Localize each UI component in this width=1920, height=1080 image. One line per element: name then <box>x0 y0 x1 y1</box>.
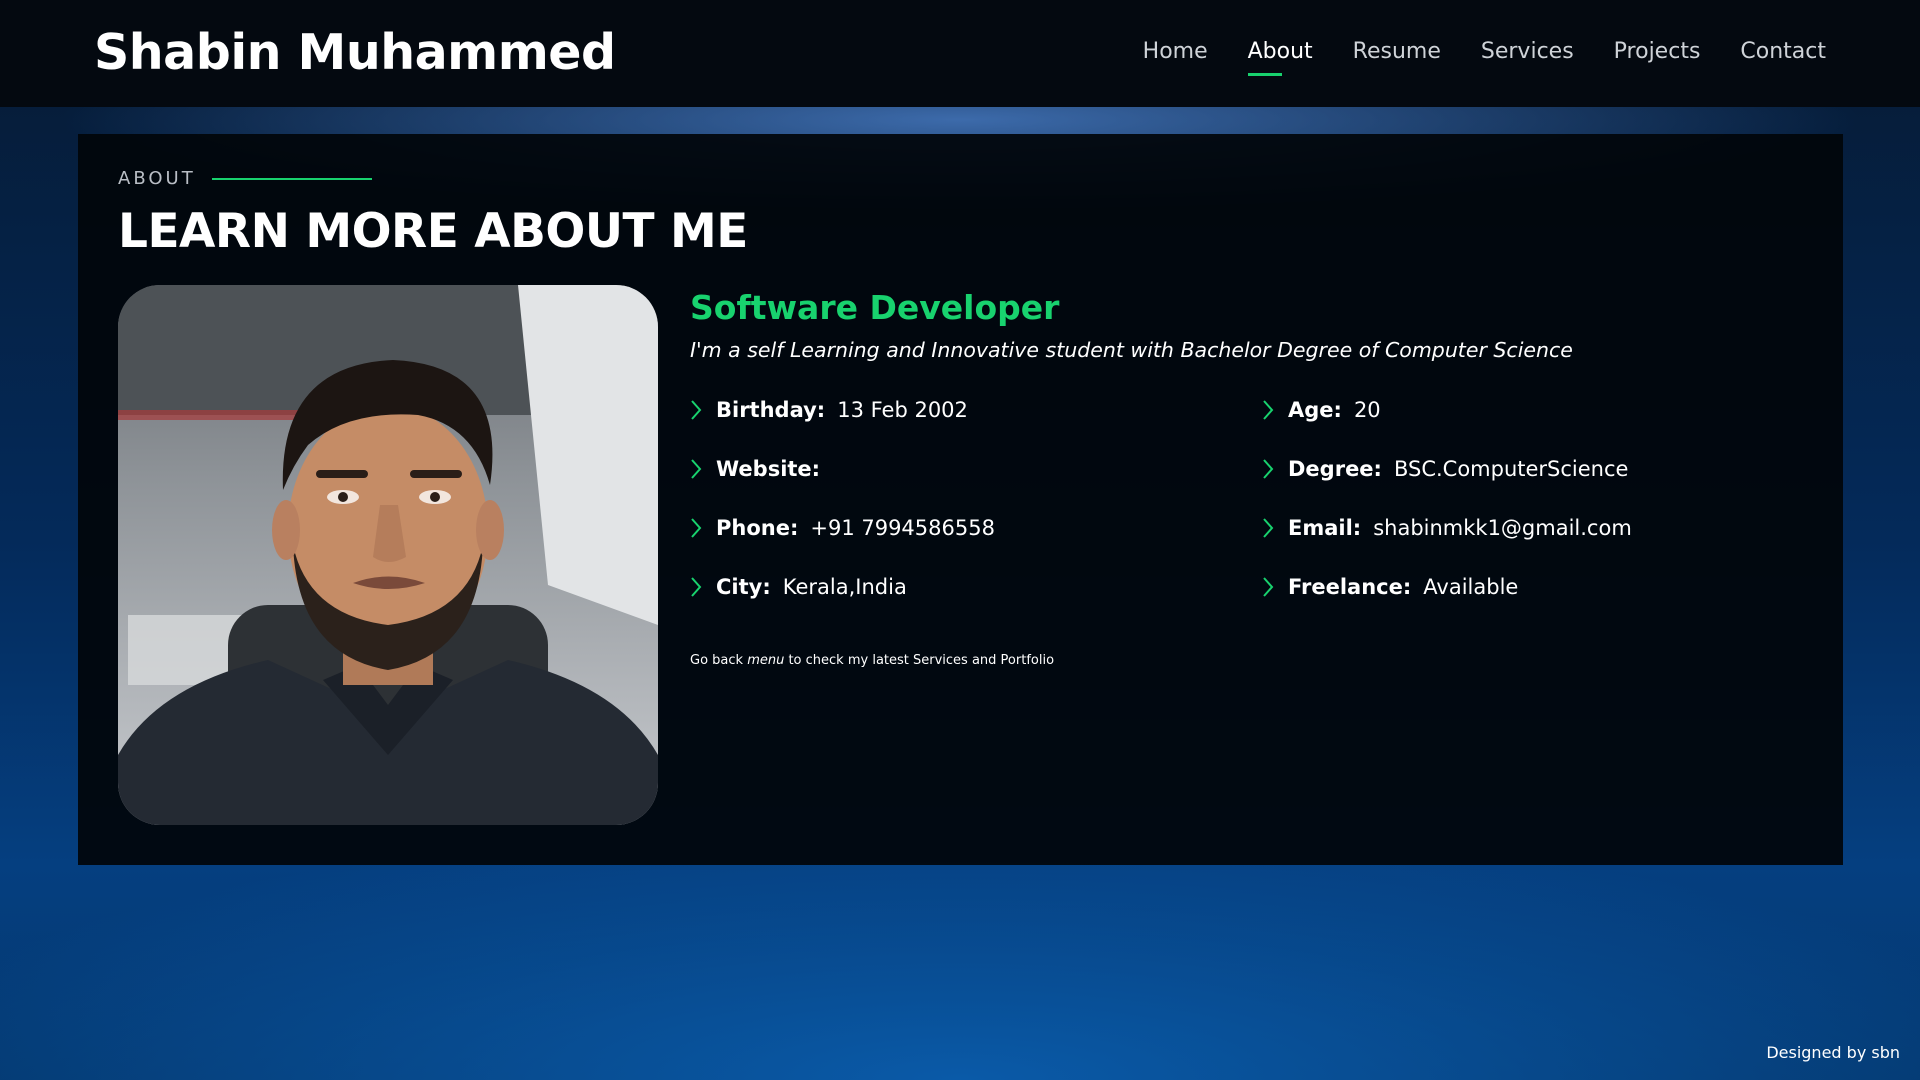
detail-value: +91 7994586558 <box>810 515 995 540</box>
role-title: Software Developer <box>690 288 1060 327</box>
detail-value: Available <box>1423 574 1519 599</box>
note-menu-link[interactable]: menu <box>747 653 784 668</box>
detail-key: Email: <box>1288 515 1362 540</box>
note-after: to check my latest Services and Portfoli… <box>784 653 1055 668</box>
nav-services[interactable]: Services <box>1481 38 1574 76</box>
chevron-right-icon <box>1263 576 1274 597</box>
chevron-right-icon <box>1263 517 1274 538</box>
main-nav: Home About Resume Services Projects Cont… <box>1143 38 1826 76</box>
nav-about[interactable]: About <box>1247 38 1313 76</box>
detail-key: Phone: <box>716 515 799 540</box>
detail-key: Birthday: <box>716 397 826 422</box>
detail-key: Age: <box>1288 397 1342 422</box>
detail-birthday: Birthday: 13 Feb 2002 <box>690 380 1262 439</box>
detail-city: City: Kerala,India <box>690 557 1262 616</box>
menu-note: Go back menu to check my latest Services… <box>690 653 1054 668</box>
site-logo[interactable]: Shabin Muhammed <box>94 22 616 84</box>
chevron-right-icon <box>691 458 702 479</box>
nav-contact[interactable]: Contact <box>1740 38 1826 76</box>
chevron-right-icon <box>691 399 702 420</box>
chevron-right-icon <box>1263 458 1274 479</box>
section-title: LEARN MORE ABOUT ME <box>118 204 748 259</box>
detail-key: Degree: <box>1288 456 1382 481</box>
portrait-illustration <box>118 285 658 825</box>
chevron-right-icon <box>1263 399 1274 420</box>
site-header: Shabin Muhammed Home About Resume Servic… <box>0 0 1920 107</box>
detail-degree: Degree: BSC.ComputerScience <box>1262 439 1800 498</box>
note-before: Go back <box>690 653 748 668</box>
detail-key: City: <box>716 574 771 599</box>
section-label-line <box>211 177 372 180</box>
detail-value: 20 <box>1353 397 1381 422</box>
detail-freelance: Freelance: Available <box>1262 557 1800 616</box>
detail-key: Website: <box>716 456 821 481</box>
detail-value: shabinmkk1@gmail.com <box>1373 515 1632 540</box>
nav-home[interactable]: Home <box>1143 38 1208 76</box>
profile-photo <box>118 285 658 825</box>
details-grid: Birthday: 13 Feb 2002 Age: 20 Website: D… <box>690 380 1800 616</box>
detail-value: BSC.ComputerScience <box>1393 456 1629 481</box>
detail-value: 13 Feb 2002 <box>837 397 968 422</box>
detail-phone: Phone: +91 7994586558 <box>690 498 1262 557</box>
section-label: ABOUT <box>118 168 372 189</box>
chevron-right-icon <box>691 517 702 538</box>
detail-email: Email: shabinmkk1@gmail.com <box>1262 498 1800 557</box>
chevron-right-icon <box>691 576 702 597</box>
detail-key: Freelance: <box>1288 574 1412 599</box>
section-label-text: ABOUT <box>118 168 196 189</box>
detail-value: Kerala,India <box>782 574 907 599</box>
intro-text: I'm a self Learning and Innovative stude… <box>690 338 1573 362</box>
designer-credit: Designed by sbn <box>1766 1043 1900 1062</box>
about-panel: ABOUT LEARN MORE ABOUT ME Software Devel… <box>78 134 1843 865</box>
nav-resume[interactable]: Resume <box>1353 38 1441 76</box>
detail-website: Website: <box>690 439 1262 498</box>
nav-projects[interactable]: Projects <box>1614 38 1701 76</box>
detail-age: Age: 20 <box>1262 380 1800 439</box>
